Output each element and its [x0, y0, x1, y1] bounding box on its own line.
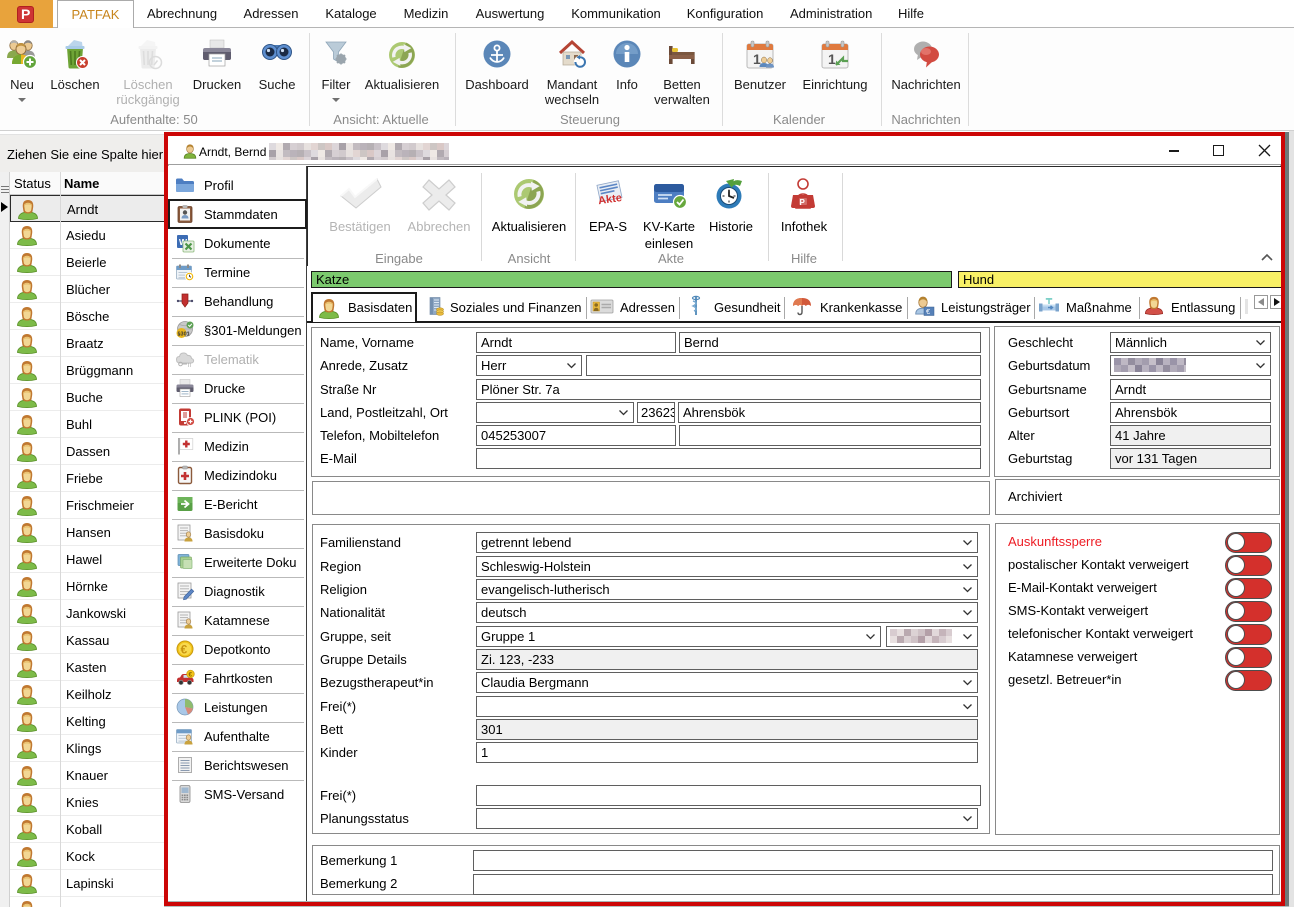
svg-text:§301: §301	[178, 332, 190, 338]
svg-text:P: P	[800, 198, 806, 207]
svg-text:€: €	[189, 672, 193, 679]
svg-text:1: 1	[753, 51, 761, 67]
svg-text:1: 1	[828, 51, 836, 67]
svg-text:€: €	[181, 643, 188, 657]
svg-text:TI: TI	[187, 363, 191, 369]
svg-text:Akte: Akte	[597, 192, 622, 207]
